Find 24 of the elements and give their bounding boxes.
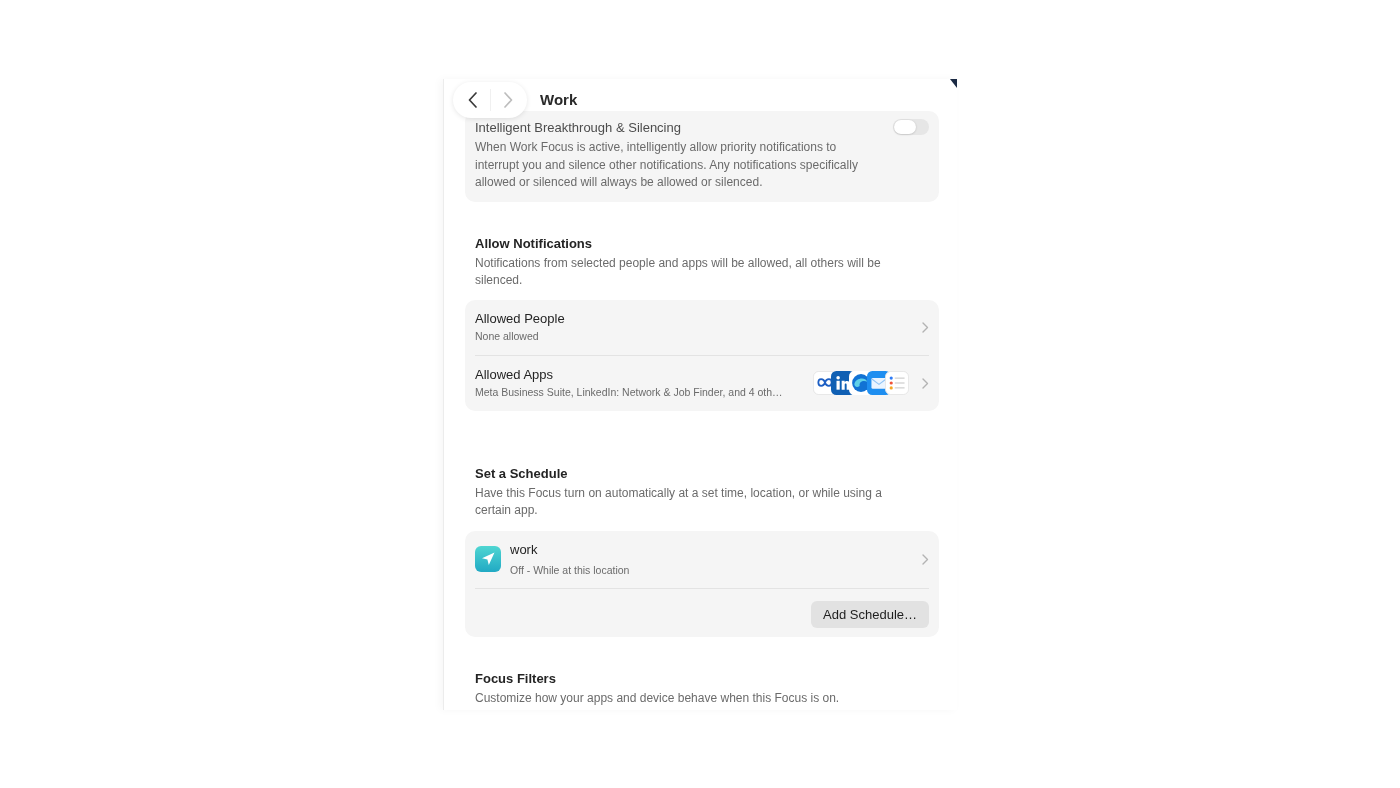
- section-heading: Set a Schedule: [475, 465, 569, 482]
- section-description: Notifications from selected people and apps will be allowed, all others will be silenced.: [475, 254, 882, 289]
- section-heading: Allow Notifications: [475, 235, 593, 252]
- setting-description: When Work Focus is active, intelligently allow priority notifications to interrupt you and silence other notifications. Any notifications specifically allowed or silenced will always be allowed or silenced.: [475, 139, 859, 191]
- toggle-switch[interactable]: [893, 119, 929, 135]
- setting-title: Intelligent Breakthrough & Silencing: [475, 120, 681, 136]
- chevron-right-icon: [504, 92, 513, 108]
- row-subtitle: Off - While at this location: [510, 562, 631, 577]
- corner-triangle-icon: [950, 79, 957, 88]
- section-description: Have this Focus turn on automatically at a set time, location, or while using a certain app.: [475, 484, 883, 519]
- row-subtitle: None allowed: [475, 329, 540, 343]
- chevron-right-icon: [922, 553, 929, 565]
- chevron-left-icon: [467, 92, 477, 108]
- row-title: work: [510, 541, 539, 558]
- row-subtitle: Meta Business Suite, LinkedIn: Network & Job Finder, and 4 oth…: [475, 385, 784, 399]
- page-title: Work: [540, 90, 578, 110]
- chevron-right-icon: [922, 321, 929, 333]
- chevron-right-icon: [922, 377, 929, 389]
- row-title: Allowed People: [475, 311, 566, 327]
- section-heading: Focus Filters: [475, 670, 557, 687]
- add-schedule-button[interactable]: Add Schedule…: [811, 600, 929, 628]
- list-app-icon: [885, 371, 909, 395]
- section-description: Customize how your apps and device behave when this Focus is on.: [475, 689, 841, 707]
- row-title: Allowed Apps: [475, 367, 555, 383]
